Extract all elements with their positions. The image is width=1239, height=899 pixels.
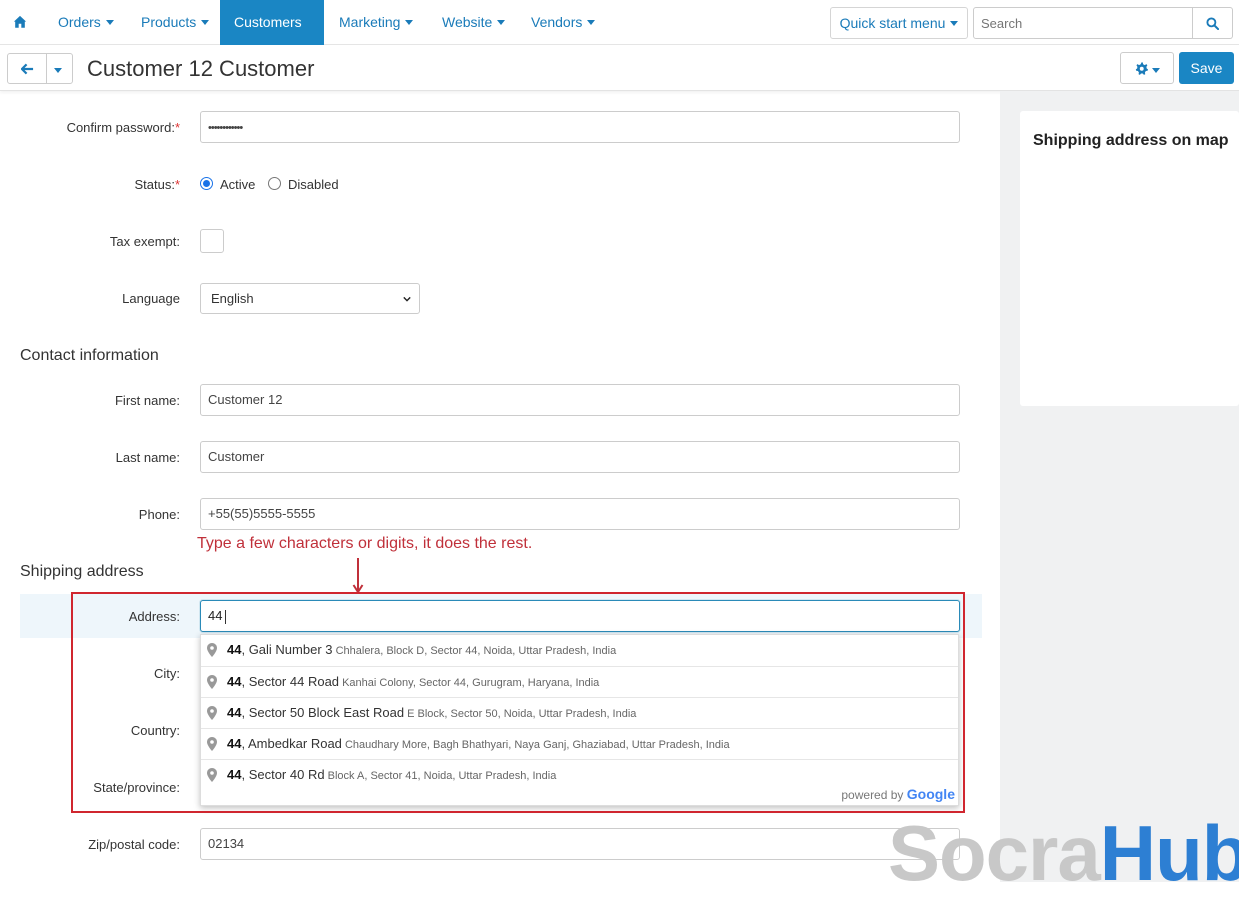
page-header-bar: Customer 12 Customer Save bbox=[0, 45, 1239, 91]
status-active-label[interactable]: Active bbox=[220, 177, 255, 192]
shipping-address-heading: Shipping address bbox=[20, 563, 144, 580]
map-card-title: Shipping address on map bbox=[1033, 132, 1229, 149]
search-input[interactable] bbox=[973, 7, 1193, 39]
zip-code-field[interactable]: 02134 bbox=[200, 828, 960, 860]
required-marker: * bbox=[174, 120, 180, 135]
language-select-value: English bbox=[211, 291, 254, 306]
zip-code-label: Zip/postal code: bbox=[88, 837, 180, 852]
search-button[interactable] bbox=[1193, 7, 1233, 39]
status-label: Status:* bbox=[0, 177, 180, 192]
required-marker: * bbox=[174, 177, 180, 192]
last-name-field[interactable]: Customer bbox=[200, 441, 960, 473]
chevron-down-icon bbox=[950, 20, 959, 26]
status-active-radio[interactable] bbox=[200, 177, 213, 190]
chevron-down-icon bbox=[403, 296, 411, 302]
home-icon[interactable] bbox=[13, 15, 27, 29]
nav-orders[interactable]: Orders bbox=[44, 0, 128, 45]
watermark-part1: Socra bbox=[888, 809, 1101, 897]
nav-customers[interactable]: Customers bbox=[220, 0, 324, 70]
status-label-text: Status: bbox=[134, 177, 175, 192]
top-navigation: Orders Products Customers Marketing Webs… bbox=[0, 0, 1239, 70]
back-button[interactable] bbox=[7, 53, 47, 84]
status-disabled-label[interactable]: Disabled bbox=[288, 177, 339, 192]
chevron-down-icon bbox=[405, 19, 414, 25]
arrow-down-icon bbox=[352, 558, 364, 594]
nav-products-label: Products bbox=[141, 14, 197, 30]
chevron-down-icon bbox=[105, 19, 114, 25]
nav-marketing[interactable]: Marketing bbox=[325, 0, 427, 45]
confirm-password-label-text: Confirm password: bbox=[66, 120, 175, 135]
nav-marketing-label: Marketing bbox=[339, 14, 401, 30]
nav-orders-label: Orders bbox=[58, 14, 101, 30]
watermark-part2: Hub bbox=[1099, 809, 1239, 897]
first-name-label: First name: bbox=[114, 393, 180, 408]
tax-exempt-checkbox[interactable] bbox=[200, 229, 224, 253]
chevron-down-icon bbox=[1152, 68, 1160, 73]
first-name-field[interactable]: Customer 12 bbox=[200, 384, 960, 416]
phone-label: Phone: bbox=[138, 507, 180, 522]
language-label: Language bbox=[122, 291, 180, 306]
confirm-password-label: Confirm password:* bbox=[0, 120, 180, 135]
annotation-text: Type a few characters or digits, it does… bbox=[197, 535, 533, 552]
phone-field[interactable]: +55(55)5555-5555 bbox=[200, 498, 960, 530]
contact-information-heading: Contact information bbox=[20, 347, 159, 364]
nav-vendors[interactable]: Vendors bbox=[517, 0, 609, 45]
arrow-left-icon bbox=[21, 63, 34, 75]
page-title: Customer 12 Customer bbox=[87, 56, 315, 81]
last-name-label: Last name: bbox=[115, 450, 180, 465]
confirm-password-value: •••••••••••• bbox=[208, 122, 243, 134]
chevron-down-icon bbox=[587, 19, 596, 25]
chevron-down-icon bbox=[201, 19, 210, 25]
nav-website-label: Website bbox=[442, 14, 493, 30]
chevron-down-icon bbox=[54, 68, 62, 73]
nav-website[interactable]: Website bbox=[428, 0, 519, 45]
quick-start-label: Quick start menu bbox=[839, 15, 946, 31]
gear-icon bbox=[1135, 62, 1148, 75]
confirm-password-field[interactable]: •••••••••••• bbox=[200, 111, 960, 143]
save-button[interactable]: Save bbox=[1179, 52, 1234, 84]
annotation-highlight-frame bbox=[71, 592, 965, 813]
tax-exempt-label: Tax exempt: bbox=[109, 234, 180, 249]
search-icon bbox=[1206, 17, 1219, 30]
map-card: Shipping address on map bbox=[1020, 111, 1239, 406]
watermark-logo: SocraHub bbox=[888, 808, 1239, 899]
settings-dropdown-button[interactable] bbox=[1120, 52, 1174, 84]
language-select[interactable]: English bbox=[200, 283, 420, 314]
chevron-down-icon bbox=[497, 19, 506, 25]
back-dropdown-button[interactable] bbox=[46, 53, 73, 84]
nav-vendors-label: Vendors bbox=[531, 14, 583, 30]
nav-products[interactable]: Products bbox=[127, 0, 223, 45]
quick-start-menu-button[interactable]: Quick start menu bbox=[830, 7, 968, 39]
nav-customers-label: Customers bbox=[234, 14, 302, 30]
status-disabled-radio[interactable] bbox=[268, 177, 281, 190]
